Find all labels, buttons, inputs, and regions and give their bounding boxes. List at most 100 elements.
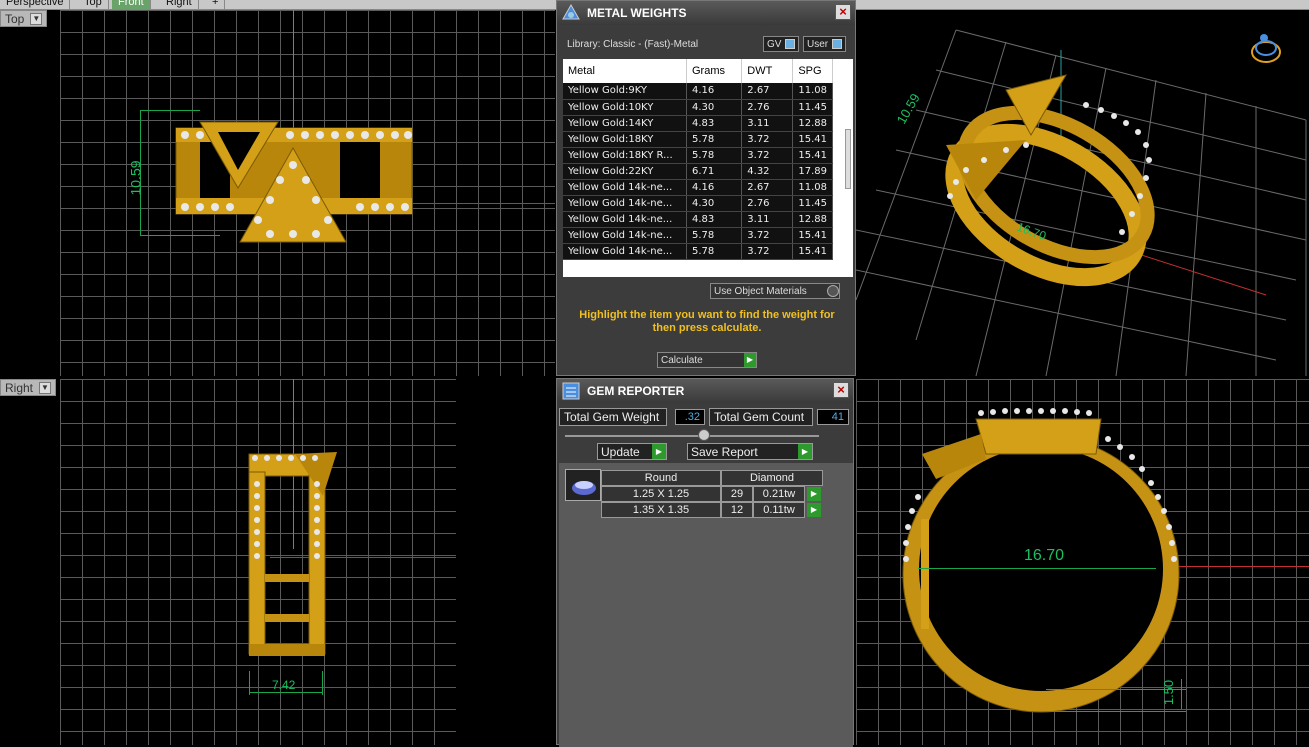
table-row[interactable]: Yellow Gold:10KY 4.30 2.76 11.45 [563,99,833,116]
gem-reporter-logo-icon [562,382,580,400]
dwt-cell: 3.72 [741,227,794,244]
axis-x [410,203,555,204]
vertical-scrollbar[interactable] [845,129,851,189]
dwt-cell: 2.67 [741,179,794,196]
table-row[interactable]: Yellow Gold 14k-ne... 4.16 2.67 11.08 [563,179,833,196]
viewport-name: Right [5,380,34,395]
table-row[interactable]: Yellow Gold 14k-ne... 5.78 3.72 15.41 [563,227,833,244]
viewport-front[interactable]: 16.70 1.50 [856,379,1309,745]
perspective-grid: 10.59 16.70 [856,29,1307,376]
calculate-label: Calculate [661,354,703,366]
panel-title-bar[interactable]: METAL WEIGHTS × [557,1,855,25]
viewport-name: Top [5,11,25,26]
radio-indicator [827,285,839,297]
save-report-button[interactable]: Save Report ▶ [687,443,813,460]
spg-cell: 11.45 [792,99,833,116]
ring-top-view [175,121,413,243]
metal-name-cell: Yellow Gold:18KY [563,131,687,148]
play-icon[interactable]: ▶ [807,503,821,517]
toggle-indicator [832,39,843,49]
grams-cell: 5.78 [686,243,743,260]
tab-right[interactable]: Right [160,0,199,9]
table-row[interactable]: Yellow Gold 14k-ne... 5.78 3.72 15.41 [563,243,833,260]
dimension-label: 7.42 [272,678,296,692]
grams-cell: 4.16 [686,83,743,100]
table-row[interactable]: Yellow Gold 14k-ne... 4.83 3.11 12.88 [563,211,833,228]
grams-cell: 5.78 [686,131,743,148]
gv-toggle-label: GV [767,38,782,50]
panel-title: METAL WEIGHTS [587,6,687,20]
column-header-spg[interactable]: SPG [792,59,833,83]
gem-count: 29 [721,486,753,502]
metal-name-cell: Yellow Gold 14k-ne... [563,179,687,196]
dimension-tick [140,110,200,111]
spg-cell: 15.41 [792,227,833,244]
grams-cell: 5.78 [686,147,743,164]
tab-add[interactable]: + [206,0,226,9]
user-toggle[interactable]: User [803,36,847,52]
table-row[interactable]: Yellow Gold:18KY R... 5.78 3.72 15.41 [563,147,833,164]
spg-cell: 11.45 [792,195,833,212]
size-slider-track[interactable] [565,435,819,437]
play-icon[interactable]: ▶ [807,487,821,501]
metal-name-cell: Yellow Gold 14k-ne... [563,195,687,212]
spg-cell: 11.08 [792,179,833,196]
calculate-button[interactable]: Calculate ▶ [657,352,757,368]
metal-name-cell: Yellow Gold:10KY [563,99,687,116]
table-row[interactable]: Yellow Gold:9KY 4.16 2.67 11.08 [563,83,833,100]
table-row[interactable]: Yellow Gold 14k-ne... 4.30 2.76 11.45 [563,195,833,212]
viewport-top[interactable]: 10.59 Top ▼ [0,10,555,376]
table-row[interactable]: Yellow Gold:18KY 5.78 3.72 15.41 [563,131,833,148]
panel-title: GEM REPORTER [587,384,685,398]
dwt-cell: 3.11 [741,115,794,132]
table-row[interactable]: Yellow Gold:22KY 6.71 4.32 17.89 [563,163,833,180]
metal-name-cell: Yellow Gold:22KY [563,163,687,180]
metal-table[interactable]: Metal Grams DWT SPG Yellow Gold:9KY 4.16 2… [563,59,853,277]
view-orientation-icon[interactable] [1246,28,1286,68]
size-slider-handle[interactable] [698,429,710,441]
spg-cell: 15.41 [792,147,833,164]
use-object-materials-toggle[interactable]: Use Object Materials [710,283,840,299]
chevron-down-icon[interactable]: ▼ [30,12,43,25]
gv-toggle[interactable]: GV [763,36,800,52]
metal-name-cell: Yellow Gold:18KY R... [563,147,687,164]
use-object-materials-label: Use Object Materials [714,285,807,297]
column-header-grams[interactable]: Grams [686,59,743,83]
update-button[interactable]: Update ▶ [597,443,667,460]
tab-front[interactable]: Front [112,0,151,9]
gem-total-weight: 0.11tw [753,502,805,518]
dimension-line [1181,679,1182,709]
spg-cell: 15.41 [792,243,833,260]
dwt-cell: 3.72 [741,243,794,260]
spg-cell: 12.88 [792,115,833,132]
gem-size[interactable]: 1.35 X 1.35 [601,502,721,518]
viewport-right[interactable]: 7.42 Right ▼ [0,379,555,745]
metal-weights-logo-icon [562,3,580,20]
metal-weights-panel: METAL WEIGHTS × Library: Classic - (Fast… [556,0,856,376]
viewport-label-right[interactable]: Right ▼ [0,379,57,396]
dimension-line [918,568,1156,569]
grams-cell: 4.30 [686,99,743,116]
column-header-dwt[interactable]: DWT [741,59,794,83]
metal-name-cell: Yellow Gold 14k-ne... [563,227,687,244]
round-diamond-icon[interactable] [565,469,601,501]
spg-cell: 17.89 [792,163,833,180]
grams-cell: 6.71 [686,163,743,180]
dimension-line [249,692,322,693]
viewport-label-top[interactable]: Top ▼ [0,10,48,27]
total-gem-weight-label: Total Gem Weight [559,408,667,426]
gem-count: 12 [721,502,753,518]
chevron-down-icon[interactable]: ▼ [39,381,52,394]
gem-size[interactable]: 1.25 X 1.25 [601,486,721,502]
tab-top[interactable]: Top [78,0,109,9]
close-button[interactable]: × [835,4,851,20]
spg-cell: 11.08 [792,83,833,100]
close-button[interactable]: × [833,382,849,398]
dimension-tick [1046,711,1186,712]
column-header-metal[interactable]: Metal [563,59,687,83]
viewport-perspective[interactable]: 10.59 16.70 [856,10,1309,376]
panel-title-bar[interactable]: GEM REPORTER × [557,379,853,403]
table-row[interactable]: Yellow Gold:14KY 4.83 3.11 12.88 [563,115,833,132]
total-gem-count-value: 41 [817,409,849,425]
tab-perspective[interactable]: Perspective [0,0,71,9]
